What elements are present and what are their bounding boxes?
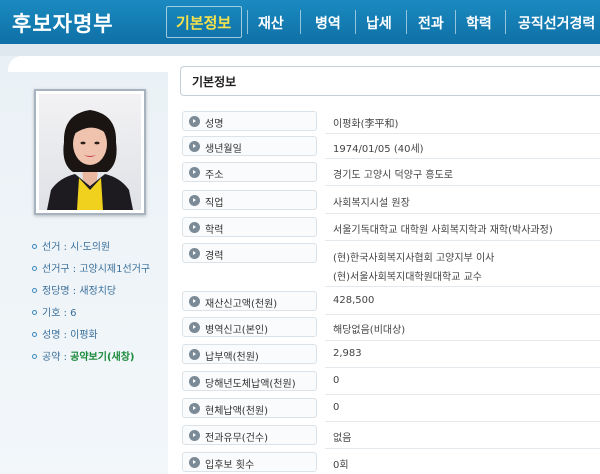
- row-label-tax-paid: 납부액(천원): [182, 344, 317, 364]
- row-value-education: 서울기독대학교 대학원 사회복지학과 재학(박사과정): [333, 225, 553, 236]
- row-label-career: 경력: [182, 243, 317, 263]
- arrow-bullet-icon: [189, 403, 200, 414]
- arrow-bullet-icon: [189, 222, 200, 233]
- row-label-military: 병역신고(본인): [182, 317, 317, 337]
- header-band: [0, 44, 600, 56]
- section-title: 기본정보: [192, 75, 237, 89]
- row-label-criminal-record: 전과유무(건수): [182, 425, 317, 445]
- sidebar-name: 성명 : 이평화: [32, 326, 98, 341]
- row-value-birthdate: 1974/01/05 (40세): [333, 144, 424, 155]
- arrow-bullet-icon: [189, 376, 200, 387]
- app-title: 후보자명부: [12, 12, 114, 36]
- row-value-candidacy-count: 0회: [333, 460, 349, 471]
- arrow-bullet-icon: [189, 457, 200, 468]
- bullet-icon: [32, 309, 37, 315]
- bullet-icon: [32, 265, 37, 271]
- arrow-bullet-icon: [189, 349, 200, 360]
- tab-property[interactable]: 재산: [258, 13, 284, 33]
- row-label-current-arrears: 현체납액(천원): [182, 398, 317, 418]
- row-divider: [325, 133, 600, 134]
- arrow-bullet-icon: [189, 195, 200, 206]
- row-value-address: 경기도 고양시 덕양구 흥도로: [333, 170, 453, 181]
- arrow-bullet-icon: [189, 141, 200, 152]
- row-value-military: 해당없음(비대상): [333, 325, 406, 336]
- bullet-icon: [32, 243, 37, 249]
- row-divider: [325, 213, 600, 214]
- arrow-bullet-icon: [189, 116, 200, 127]
- arrow-bullet-icon: [189, 167, 200, 178]
- row-value-arrears-this-year: 0: [333, 375, 340, 386]
- sidebar-election: 선거 : 시·도의원: [32, 238, 110, 253]
- tab-separator: [406, 10, 407, 34]
- row-value-career-1: (현)한국사회복지사협회 고양지부 이사: [333, 253, 495, 264]
- candidate-photo-frame: [34, 89, 146, 215]
- row-divider: [325, 340, 600, 341]
- tab-criminal-record[interactable]: 전과: [418, 13, 444, 33]
- row-label-address: 주소: [182, 162, 317, 182]
- section-title-box: [180, 66, 600, 96]
- tab-education[interactable]: 학력: [466, 13, 492, 33]
- bullet-icon: [32, 353, 37, 359]
- bullet-icon: [32, 287, 37, 293]
- row-divider: [325, 286, 600, 287]
- arrow-bullet-icon: [189, 322, 200, 333]
- row-label-education: 학력: [182, 217, 317, 237]
- tab-separator: [247, 10, 248, 34]
- tab-separator: [355, 10, 356, 34]
- row-divider: [325, 367, 600, 368]
- row-value-name: 이평화(李平和): [333, 119, 399, 130]
- row-divider: [325, 240, 600, 241]
- row-divider: [325, 185, 600, 186]
- sidebar-pledge: 공약 : 공약보기(새창): [32, 348, 134, 363]
- row-value-career-2: (현)서울사회복지대학원대학교 교수: [333, 272, 482, 283]
- row-divider: [325, 314, 600, 315]
- row-value-current-arrears: 0: [333, 402, 340, 413]
- row-value-criminal-record: 없음: [333, 433, 352, 444]
- row-value-tax-paid: 2,983: [333, 348, 362, 359]
- arrow-bullet-icon: [189, 248, 200, 259]
- tab-military[interactable]: 병역: [315, 13, 341, 33]
- sidebar-ballot-number: 기호 : 6: [32, 304, 77, 319]
- tab-separator: [300, 10, 301, 34]
- sidebar-district: 선거구 : 고양시제1선거구: [32, 260, 150, 275]
- tab-separator: [505, 10, 506, 34]
- row-divider: [325, 421, 600, 422]
- row-divider: [325, 158, 600, 159]
- tab-basic-info[interactable]: 기본정보: [176, 12, 231, 33]
- candidate-photo: [39, 94, 141, 210]
- row-divider: [325, 394, 600, 395]
- arrow-bullet-icon: [189, 430, 200, 441]
- row-label-candidacy-count: 입후보 횟수: [182, 452, 317, 472]
- bullet-icon: [32, 331, 37, 337]
- row-divider: [325, 448, 600, 449]
- row-label-assets: 재산신고액(천원): [182, 291, 317, 311]
- row-label-birthdate: 생년월일: [182, 136, 317, 156]
- tab-election-history[interactable]: 공직선거경력: [518, 13, 595, 33]
- arrow-bullet-icon: [189, 296, 200, 307]
- sidebar-curve: [8, 56, 168, 72]
- row-label-occupation: 직업: [182, 190, 317, 210]
- row-value-occupation: 사회복지시설 원장: [333, 198, 410, 209]
- tab-separator: [455, 10, 456, 34]
- row-label-name: 성명: [182, 111, 317, 131]
- tab-tax[interactable]: 납세: [366, 13, 392, 33]
- sidebar-party: 정당명 : 새정치당: [32, 282, 116, 297]
- row-label-arrears-this-year: 당해년도체납액(천원): [182, 371, 317, 391]
- pledge-link[interactable]: 공약보기(새창): [70, 352, 134, 363]
- row-value-assets: 428,500: [333, 295, 375, 306]
